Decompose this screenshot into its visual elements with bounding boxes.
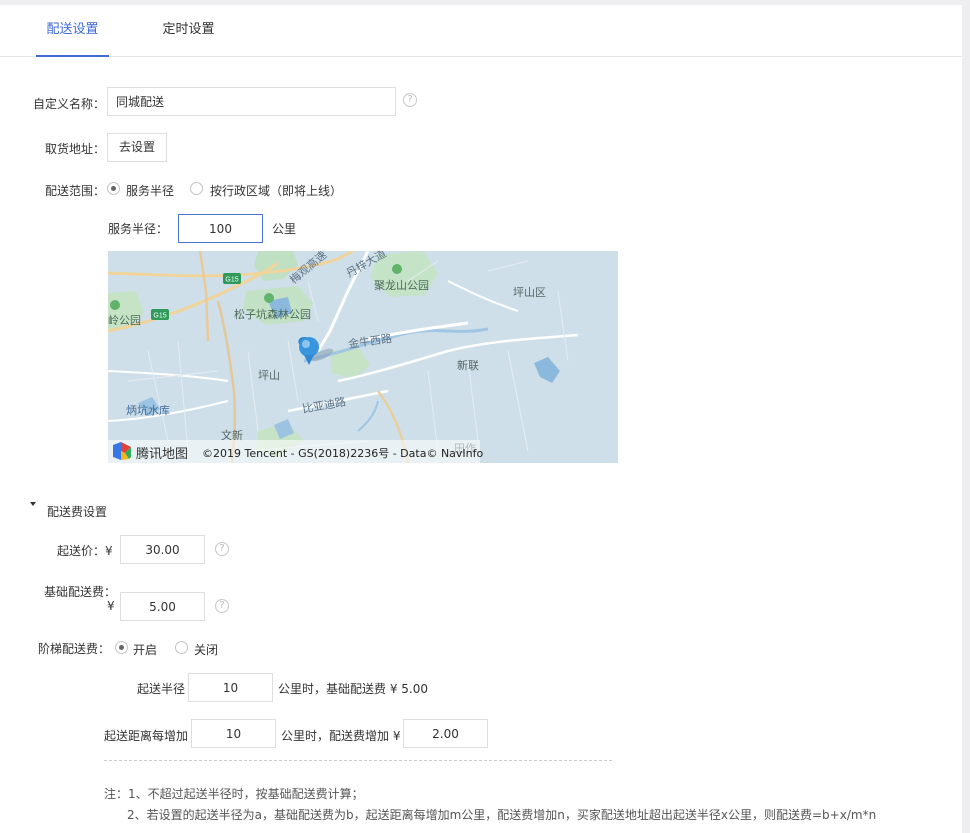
map-label: 聚龙山公园 bbox=[374, 279, 429, 292]
tab-schedule-settings[interactable]: 定时设置 bbox=[151, 5, 226, 57]
help-icon[interactable]: ? bbox=[215, 542, 229, 556]
start-radius-input[interactable] bbox=[188, 673, 273, 702]
help-icon[interactable]: ? bbox=[403, 93, 417, 107]
step-fee-label: 公里时，配送费增加 ¥ bbox=[281, 729, 401, 743]
tiered-fee-label: 阶梯配送费： bbox=[38, 642, 111, 656]
service-radius-label: 服务半径： bbox=[108, 222, 169, 236]
tab-delivery-settings[interactable]: 配送设置 bbox=[36, 5, 109, 57]
map-label: 坪山区 bbox=[513, 286, 546, 299]
pickup-address-label: 取货地址： bbox=[45, 142, 106, 156]
custom-name-label: 自定义名称： bbox=[33, 97, 106, 111]
tab-bar: 配送设置 定时设置 bbox=[0, 5, 962, 57]
radio-service-radius[interactable] bbox=[107, 182, 120, 195]
map-label: 新联 bbox=[457, 359, 479, 372]
base-fee-label: 基础配送费： bbox=[44, 585, 117, 599]
base-fee-input[interactable] bbox=[120, 592, 205, 621]
map-label: 坪山 bbox=[258, 369, 280, 382]
step-fee-input[interactable] bbox=[403, 719, 488, 748]
help-icon[interactable]: ? bbox=[215, 599, 229, 613]
map-brand: 腾讯地图 bbox=[136, 447, 189, 462]
service-radius-unit: 公里 bbox=[272, 222, 297, 236]
map-attribution: ©2019 Tencent - GS(2018)2236号 - Data© Na… bbox=[202, 447, 484, 460]
notes-divider bbox=[104, 760, 612, 761]
collapse-caret-icon[interactable] bbox=[30, 502, 36, 506]
range-label: 配送范围： bbox=[45, 184, 106, 198]
radio-admin-region-label: 按行政区域（即将上线） bbox=[210, 184, 343, 198]
start-radius-suffix: 公里时，基础配送费 ¥ 5.00 bbox=[278, 682, 428, 696]
custom-name-input[interactable] bbox=[107, 87, 396, 116]
map-label: 炳坑水库 bbox=[126, 404, 170, 417]
radio-tiered-on[interactable] bbox=[115, 641, 128, 654]
radio-tiered-off-label: 关闭 bbox=[194, 643, 219, 657]
delivery-map[interactable]: G15 G15 梅观高速 丹梓大道 聚龙山公园 坪山区 松子坑森林公园 岭公园 … bbox=[108, 251, 618, 463]
radio-tiered-off[interactable] bbox=[175, 641, 188, 654]
radio-service-radius-label: 服务半径 bbox=[126, 184, 175, 198]
map-attribution-bar: 腾讯地图 ©2019 Tencent - GS(2018)2236号 - Dat… bbox=[108, 440, 484, 463]
tencent-map-logo-icon bbox=[113, 442, 131, 460]
fee-section-title[interactable]: 配送费设置 bbox=[47, 503, 107, 520]
base-fee-currency: ¥ bbox=[107, 599, 115, 613]
service-radius-input[interactable] bbox=[178, 214, 263, 243]
highway-badge: G15 bbox=[225, 277, 238, 284]
radio-tiered-on-label: 开启 bbox=[133, 643, 158, 657]
start-price-label: 起送价：¥ bbox=[57, 544, 113, 558]
highway-badge: G15 bbox=[153, 313, 166, 320]
step-distance-label: 起送距离每增加 bbox=[104, 729, 189, 743]
set-pickup-button[interactable]: 去设置 bbox=[107, 133, 167, 162]
start-radius-label: 起送半径 bbox=[137, 682, 186, 696]
start-price-input[interactable] bbox=[120, 535, 205, 564]
map-label: 松子坑森林公园 bbox=[234, 308, 311, 321]
map-label: 岭公园 bbox=[108, 314, 141, 327]
map-canvas: G15 G15 bbox=[108, 251, 579, 463]
step-distance-input[interactable] bbox=[191, 719, 276, 748]
radio-admin-region[interactable] bbox=[190, 182, 203, 195]
note-line-1: 注：1、不超过起送半径时，按基础配送费计算； bbox=[104, 787, 364, 801]
note-line-2: 2、若设置的起送半径为a，基础配送费为b，起送距离每增加m公里，配送费增加n，买… bbox=[127, 808, 877, 822]
